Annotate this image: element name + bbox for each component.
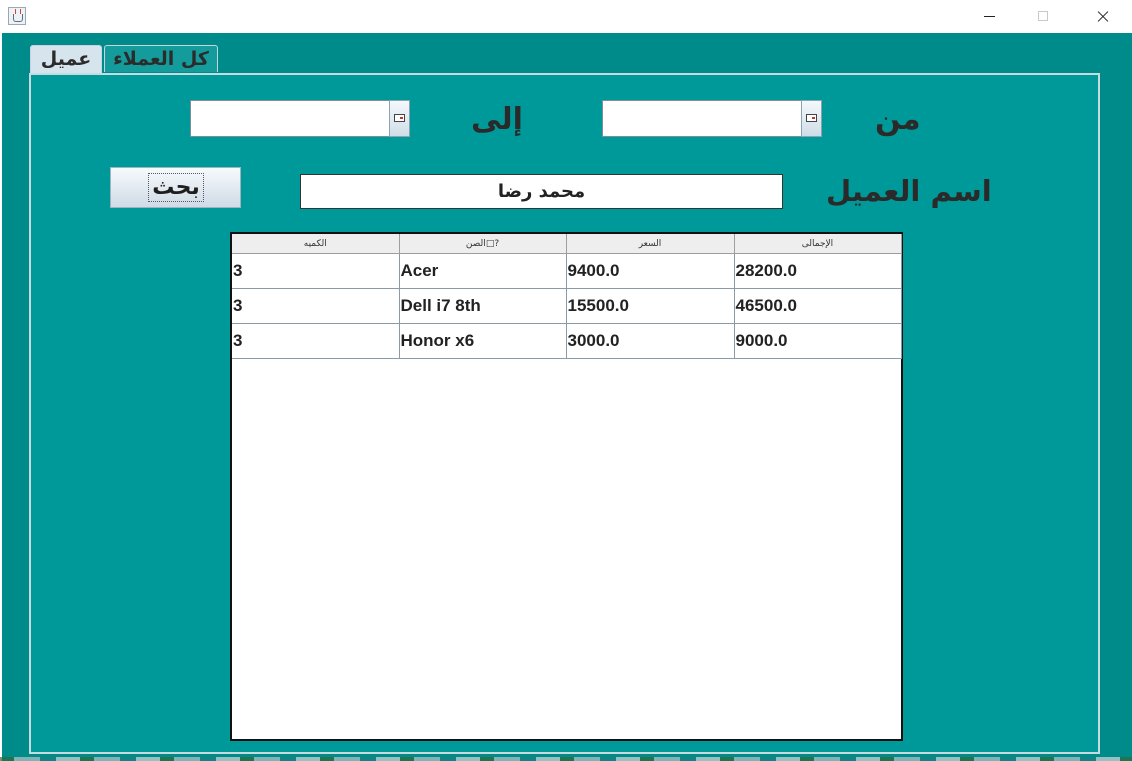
- maximize-button[interactable]: [1020, 0, 1066, 33]
- customer-name-label: اسم العميل: [826, 174, 992, 208]
- to-date-picker-button[interactable]: [389, 100, 410, 137]
- close-button[interactable]: [1079, 0, 1125, 33]
- title-bar: [0, 0, 1132, 33]
- from-date-picker-button[interactable]: [801, 100, 822, 137]
- customer-panel: إلى من بحث محمد رضا اسم العميل الكميه ال…: [29, 73, 1100, 754]
- customer-name-input[interactable]: محمد رضا: [300, 174, 783, 209]
- cell-item[interactable]: Honor x6: [398, 323, 567, 359]
- column-header-quantity[interactable]: الكميه: [232, 234, 400, 254]
- java-cup-icon[interactable]: [8, 7, 26, 25]
- to-label: إلى: [471, 102, 523, 137]
- column-header-price[interactable]: السعر: [565, 234, 735, 254]
- cell-item[interactable]: Acer: [398, 253, 567, 289]
- calendar-icon: [394, 114, 405, 122]
- from-label: من: [875, 102, 921, 137]
- table-row[interactable]: 3 Honor x6 3000.0 9000.0: [232, 323, 902, 359]
- cell-total[interactable]: 9000.0: [733, 323, 902, 359]
- main-window: عميل كل العملاء إلى من بحث محمد رضا اسم …: [2, 33, 1132, 761]
- to-date-field[interactable]: [190, 100, 390, 137]
- column-header-item[interactable]: الصن□?: [398, 234, 567, 254]
- search-button-label: بحث: [148, 173, 204, 202]
- cell-total[interactable]: 28200.0: [733, 253, 902, 289]
- tab-customer[interactable]: عميل: [30, 45, 102, 75]
- cell-total[interactable]: 46500.0: [733, 288, 902, 324]
- cell-quantity[interactable]: 3: [232, 253, 400, 289]
- cell-price[interactable]: 9400.0: [565, 253, 735, 289]
- cell-item[interactable]: Dell i7 8th: [398, 288, 567, 324]
- minimize-button[interactable]: [966, 0, 1012, 33]
- table-header-row: الكميه الصن□? السعر الإجمالى: [232, 234, 902, 254]
- taskbar-strip: [0, 757, 1132, 761]
- minimize-icon: [984, 16, 995, 17]
- maximize-icon: [1038, 11, 1048, 21]
- calendar-icon: [806, 114, 817, 122]
- search-button[interactable]: بحث: [110, 167, 241, 208]
- tab-all-customers[interactable]: كل العملاء: [104, 45, 218, 72]
- table-row[interactable]: 3 Dell i7 8th 15500.0 46500.0: [232, 288, 902, 324]
- cell-quantity[interactable]: 3: [232, 288, 400, 324]
- sales-table: الكميه الصن□? السعر الإجمالى 3 Acer 9400…: [230, 232, 903, 741]
- cell-price[interactable]: 3000.0: [565, 323, 735, 359]
- table-row[interactable]: 3 Acer 9400.0 28200.0: [232, 253, 902, 289]
- from-date-field[interactable]: [602, 100, 802, 137]
- column-header-total[interactable]: الإجمالى: [733, 234, 902, 254]
- cell-quantity[interactable]: 3: [232, 323, 400, 359]
- cell-price[interactable]: 15500.0: [565, 288, 735, 324]
